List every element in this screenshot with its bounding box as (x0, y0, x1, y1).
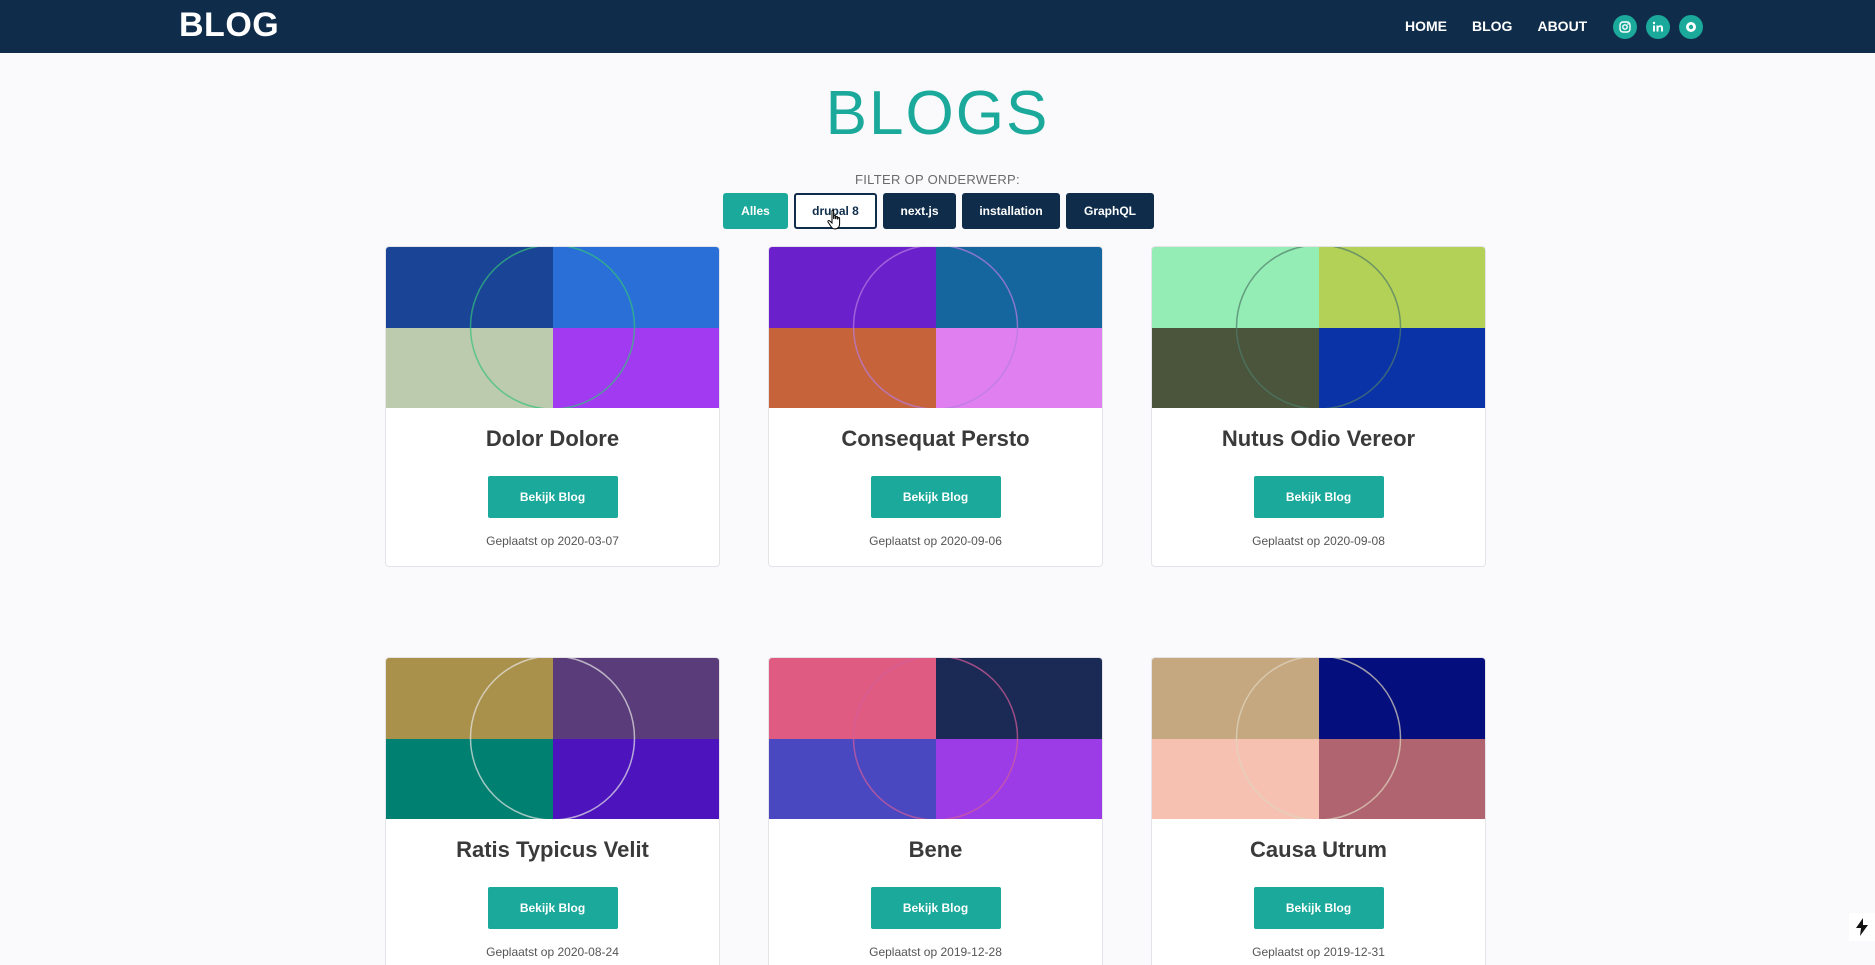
blog-card-image (769, 247, 1102, 408)
blog-card-title: Nutus Odio Vereor (1221, 426, 1416, 451)
brand-logo[interactable]: BLOG (179, 6, 279, 45)
blog-card: Dolor Dolore Bekijk Blog Geplaatst op 2020… (385, 246, 720, 567)
blog-card-title: Consequat Persto (841, 426, 1030, 451)
blog-card: Nutus Odio Vereor Bekijk Blog Geplaatst op… (1151, 246, 1486, 567)
filter-nextjs-button[interactable]: next.js (883, 193, 956, 229)
blog-card-image (769, 658, 1102, 819)
view-blog-button[interactable]: Bekijk Blog (1253, 887, 1384, 929)
top-navbar: BLOG HOME BLOG ABOUT (0, 0, 1875, 53)
view-blog-button[interactable]: Bekijk Blog (1253, 476, 1384, 518)
hand-cursor-icon (827, 209, 841, 230)
blog-card-date: Geplaatst op 2020-03-07 (486, 534, 619, 548)
instagram-icon[interactable] (1613, 15, 1637, 39)
nav-blog-link[interactable]: BLOG (1472, 18, 1512, 34)
nav-about-link[interactable]: ABOUT (1537, 18, 1587, 34)
view-blog-button[interactable]: Bekijk Blog (870, 887, 1001, 929)
filter-graphql-button[interactable]: GraphQL (1066, 193, 1154, 229)
blog-card-date: Geplaatst op 2020-09-08 (1252, 534, 1385, 548)
blog-card-date: Geplaatst op 2020-08-24 (486, 945, 619, 959)
blog-card-date: Geplaatst op 2019-12-31 (1252, 945, 1385, 959)
linkedin-icon[interactable] (1646, 15, 1670, 39)
github-icon[interactable] (1679, 15, 1703, 39)
blog-card: Causa Utrum Bekijk Blog Geplaatst op 2019-… (1151, 657, 1486, 965)
view-blog-button[interactable]: Bekijk Blog (870, 476, 1001, 518)
page-title: BLOGS (825, 79, 1050, 148)
filter-installation-button[interactable]: installation (962, 193, 1060, 229)
view-blog-button[interactable]: Bekijk Blog (487, 476, 618, 518)
blog-card: Bene Bekijk Blog Geplaatst op 2019-12-28 (768, 657, 1103, 965)
blog-card: Consequat Persto Bekijk Blog Geplaatst op … (768, 246, 1103, 567)
blog-card-title: Bene (908, 837, 963, 862)
blog-card-date: Geplaatst op 2019-12-28 (869, 945, 1002, 959)
nav-home-link[interactable]: HOME (1405, 18, 1447, 34)
blog-card-title: Ratis Typicus Velit (456, 837, 649, 862)
blog-card: Ratis Typicus Velit Bekijk Blog Geplaatst … (385, 657, 720, 965)
blog-card-image (1152, 247, 1485, 408)
lightning-icon[interactable] (1849, 913, 1875, 941)
blog-card-date: Geplaatst op 2020-09-06 (869, 534, 1002, 548)
social-links (1613, 15, 1703, 39)
blog-card-title: Dolor Dolore (485, 426, 620, 451)
blog-card-image (386, 247, 719, 408)
topic-filters: Alles drupal 8 next.js installation Grap… (723, 193, 1154, 229)
main-nav: HOME BLOG ABOUT (1405, 18, 1612, 34)
view-blog-button[interactable]: Bekijk Blog (487, 887, 618, 929)
filter-alles-button[interactable]: Alles (723, 193, 788, 229)
blog-card-image (386, 658, 719, 819)
blog-card-image (1152, 658, 1485, 819)
blog-card-title: Causa Utrum (1250, 837, 1387, 862)
filter-label: FILTER OP ONDERWERP: (855, 172, 1020, 187)
